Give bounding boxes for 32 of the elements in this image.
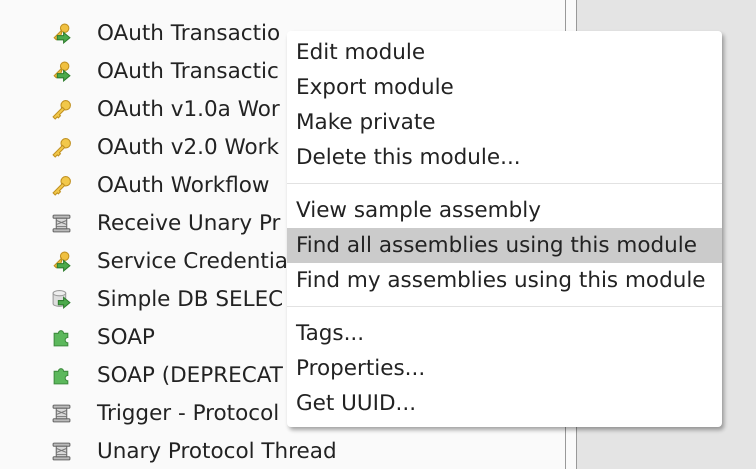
module-name[interactable]: OAuth v2.0 Work: [97, 134, 279, 160]
module-name[interactable]: SOAP (DEPRECAT: [97, 362, 283, 388]
menu-item[interactable]: Find my assemblies using this module: [287, 263, 722, 298]
menu-item[interactable]: Delete this module...: [287, 140, 722, 175]
module-name[interactable]: OAuth Transactio: [97, 20, 280, 46]
spool-icon: [51, 402, 72, 424]
key-arrow-icon: [51, 22, 72, 44]
module-name[interactable]: SOAP: [97, 324, 155, 350]
menu-item[interactable]: Make private: [287, 105, 722, 140]
module-name[interactable]: Unary Protocol Thread: [97, 438, 337, 464]
module-name[interactable]: Receive Unary Pr: [97, 210, 280, 236]
key-icon: [51, 98, 72, 120]
menu-item[interactable]: Export module: [287, 70, 722, 105]
module-name[interactable]: OAuth Workflow: [97, 172, 270, 198]
menu-item[interactable]: View sample assembly: [287, 193, 722, 228]
key-icon: [51, 136, 72, 158]
menu-item[interactable]: Edit module: [287, 35, 722, 70]
menu-item[interactable]: Tags...: [287, 316, 722, 351]
module-name[interactable]: Trigger - Protocol: [97, 400, 280, 426]
database-arrow-icon: [51, 288, 72, 310]
key-icon: [51, 174, 72, 196]
module-name[interactable]: OAuth Transactic: [97, 58, 279, 84]
menu-item[interactable]: Properties...: [287, 351, 722, 386]
module-name[interactable]: Service Credentia: [97, 248, 288, 274]
spool-icon: [51, 440, 72, 462]
key-arrow-icon: [51, 250, 72, 272]
menu-item[interactable]: Find all assemblies using this module: [287, 228, 722, 263]
spool-icon: [51, 212, 72, 234]
module-name[interactable]: Simple DB SELEC: [97, 286, 284, 312]
key-arrow-icon: [51, 60, 72, 82]
menu-item[interactable]: Get UUID...: [287, 386, 722, 421]
module-name[interactable]: OAuth v1.0a Wor: [97, 96, 280, 122]
